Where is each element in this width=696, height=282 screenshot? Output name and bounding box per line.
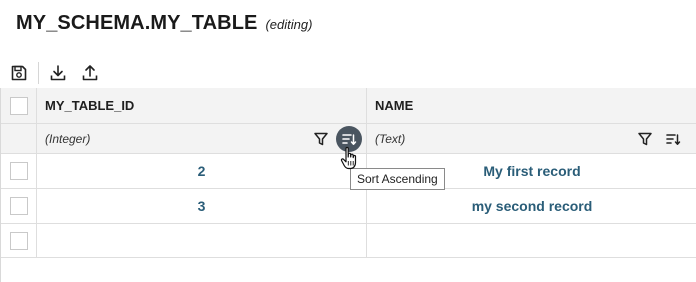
save-button[interactable] bbox=[8, 62, 30, 84]
cell-value: 3 bbox=[197, 198, 206, 214]
sort-icon bbox=[666, 134, 681, 145]
upload-icon bbox=[82, 65, 98, 81]
column-header-name[interactable]: NAME bbox=[367, 88, 696, 124]
filter-icon bbox=[314, 132, 328, 146]
column-type-cell-id: (Integer) bbox=[37, 124, 367, 154]
cell-value: My first record bbox=[483, 163, 581, 179]
cell-name[interactable]: my second record bbox=[367, 189, 696, 224]
column-header-row: MY_TABLE_ID NAME bbox=[1, 88, 696, 124]
download-button[interactable] bbox=[47, 62, 69, 84]
select-all-cell bbox=[1, 88, 37, 124]
upload-button[interactable] bbox=[79, 62, 101, 84]
title-bar: MY_SCHEMA.MY_TABLE (editing) bbox=[16, 12, 312, 38]
table-title: MY_SCHEMA.MY_TABLE bbox=[16, 12, 258, 34]
row-checkbox[interactable] bbox=[9, 162, 28, 180]
column-header-id[interactable]: MY_TABLE_ID bbox=[37, 88, 367, 124]
filter-icon bbox=[638, 132, 652, 146]
column-name: MY_TABLE_ID bbox=[45, 98, 135, 113]
save-icon bbox=[11, 65, 27, 81]
table-row[interactable]: 3 my second record bbox=[1, 189, 696, 224]
row-checkbox[interactable] bbox=[9, 231, 28, 250]
column-name: NAME bbox=[375, 98, 414, 113]
cell-name[interactable] bbox=[367, 224, 696, 258]
row-select-cell bbox=[1, 189, 37, 224]
row-select-cell bbox=[1, 154, 37, 189]
row-select-cell bbox=[1, 224, 37, 258]
cell-id[interactable]: 2 bbox=[37, 154, 367, 189]
cell-id[interactable] bbox=[37, 224, 367, 258]
select-all-checkbox[interactable] bbox=[9, 96, 28, 115]
table-row-new[interactable] bbox=[1, 224, 696, 258]
column-type: (Integer) bbox=[45, 131, 91, 146]
toolbar bbox=[8, 60, 101, 86]
sort-button-name[interactable] bbox=[663, 129, 683, 149]
editing-indicator: (editing) bbox=[265, 17, 313, 32]
hand-pointer-cursor bbox=[340, 146, 357, 170]
filter-button-id[interactable] bbox=[311, 129, 331, 149]
sort-tooltip: Sort Ascending bbox=[350, 168, 445, 190]
row-checkbox[interactable] bbox=[9, 197, 28, 215]
toolbar-divider bbox=[38, 62, 39, 84]
cell-value: 2 bbox=[197, 163, 206, 179]
download-icon bbox=[50, 65, 66, 81]
column-type-cell-name: (Text) bbox=[367, 124, 696, 154]
cell-value: my second record bbox=[471, 198, 593, 214]
cell-id[interactable]: 3 bbox=[37, 189, 367, 224]
column-type: (Text) bbox=[375, 131, 406, 146]
data-grid: MY_TABLE_ID NAME (Integer) (Text) 2 My f… bbox=[0, 88, 696, 282]
filter-button-name[interactable] bbox=[635, 129, 655, 149]
filter-row-spacer bbox=[1, 124, 37, 154]
